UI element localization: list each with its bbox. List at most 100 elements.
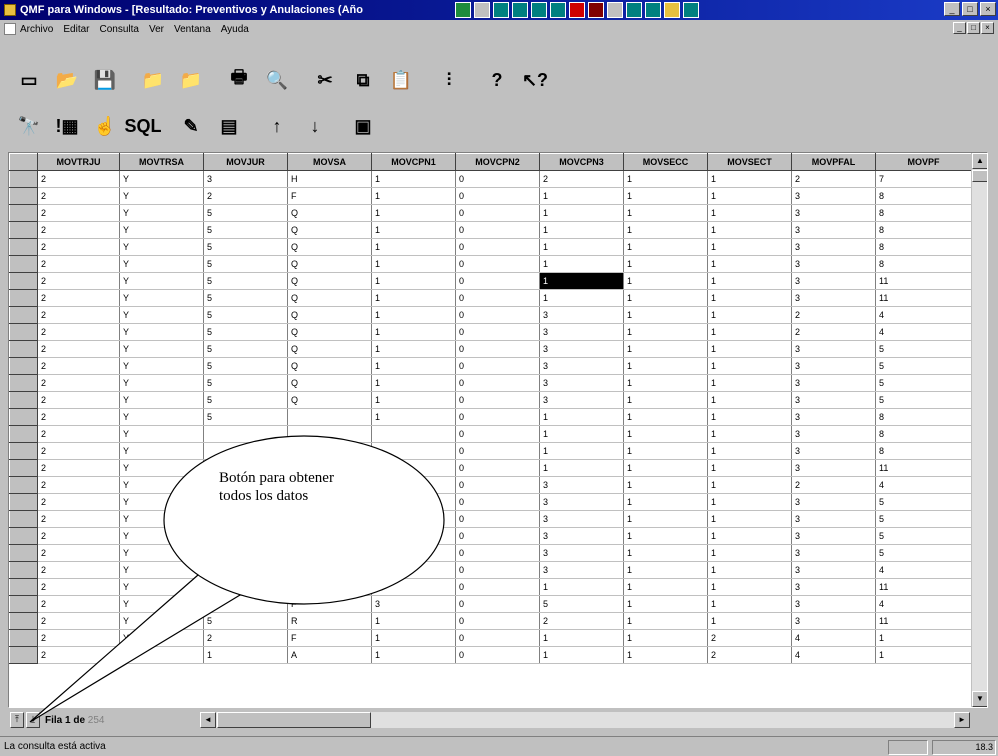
- table-row[interactable]: 2Y5Q1011138: [9, 204, 972, 222]
- table-cell[interactable]: 2: [37, 578, 120, 596]
- table-cell[interactable]: 3: [371, 595, 456, 613]
- table-cell[interactable]: 2: [37, 221, 120, 239]
- table-cell[interactable]: 2: [37, 272, 120, 290]
- table-cell[interactable]: 1: [623, 272, 708, 290]
- table-row[interactable]: 2Y5Q1031135: [9, 340, 972, 358]
- table-cell[interactable]: 3: [791, 204, 876, 222]
- table-cell[interactable]: Q: [287, 306, 372, 324]
- hand-icon[interactable]: ☝: [88, 109, 122, 143]
- table-cell[interactable]: 1: [539, 238, 624, 256]
- table-cell[interactable]: 1: [707, 187, 792, 205]
- table-cell[interactable]: 2: [37, 459, 120, 477]
- table-cell[interactable]: 2: [791, 476, 876, 494]
- table-row[interactable]: 2Y5Q1011138: [9, 221, 972, 239]
- table-cell[interactable]: Y: [119, 221, 204, 239]
- table-cell[interactable]: 2: [37, 595, 120, 613]
- table-cell[interactable]: 3: [791, 425, 876, 443]
- row-selector[interactable]: [9, 408, 38, 426]
- table-cell[interactable]: 5: [203, 255, 288, 273]
- row-selector[interactable]: [9, 306, 38, 324]
- row-selector[interactable]: [9, 204, 38, 222]
- table-cell[interactable]: 1: [707, 442, 792, 460]
- table-cell[interactable]: 3: [539, 391, 624, 409]
- table-cell[interactable]: 0: [455, 170, 540, 188]
- table-cell[interactable]: 3: [791, 544, 876, 562]
- table-cell[interactable]: 1: [623, 306, 708, 324]
- table-cell[interactable]: 5: [203, 357, 288, 375]
- table-cell[interactable]: 11: [875, 459, 972, 477]
- menu-archivo[interactable]: Archivo: [20, 24, 53, 35]
- table-cell[interactable]: 3: [791, 357, 876, 375]
- table-cell[interactable]: 1: [539, 408, 624, 426]
- table-cell[interactable]: 0: [455, 255, 540, 273]
- monitor-icon[interactable]: [683, 2, 699, 18]
- last-record-icon[interactable]: ⤓: [26, 712, 40, 728]
- table-cell[interactable]: 3: [791, 612, 876, 630]
- table-cell[interactable]: Y: [119, 255, 204, 273]
- table-cell[interactable]: Y: [119, 493, 204, 511]
- table-cell[interactable]: 1: [707, 340, 792, 358]
- table-cell[interactable]: 1: [623, 221, 708, 239]
- table-cell[interactable]: 1: [707, 595, 792, 613]
- table-cell[interactable]: 2: [37, 170, 120, 188]
- table-cell[interactable]: 2: [791, 170, 876, 188]
- table-cell[interactable]: 3: [539, 357, 624, 375]
- table-cell[interactable]: 2: [203, 187, 288, 205]
- table-cell[interactable]: 1: [539, 187, 624, 205]
- table-cell[interactable]: Y: [119, 306, 204, 324]
- table-cell[interactable]: Y: [119, 204, 204, 222]
- vertical-scroll-thumb[interactable]: [972, 170, 987, 182]
- table-cell[interactable]: 11: [875, 289, 972, 307]
- table-cell[interactable]: Y: [119, 170, 204, 188]
- table-cell[interactable]: [371, 527, 456, 545]
- table-cell[interactable]: 3: [791, 578, 876, 596]
- form-icon[interactable]: ▤: [212, 109, 246, 143]
- sql-icon[interactable]: SQL: [125, 109, 162, 143]
- table-cell[interactable]: 0: [455, 323, 540, 341]
- table-cell[interactable]: 2: [37, 561, 120, 579]
- table-cell[interactable]: 1: [623, 578, 708, 596]
- table-cell[interactable]: 8: [875, 187, 972, 205]
- table-cell[interactable]: 1: [707, 255, 792, 273]
- table-cell[interactable]: 1: [707, 391, 792, 409]
- table-cell[interactable]: 5: [203, 340, 288, 358]
- monitor-icon[interactable]: [493, 2, 509, 18]
- table-cell[interactable]: 3: [791, 442, 876, 460]
- table-cell[interactable]: 1: [371, 629, 456, 647]
- table-cell[interactable]: Q: [287, 340, 372, 358]
- folder-icon[interactable]: [664, 2, 680, 18]
- scroll-up-arrow[interactable]: ▲: [972, 153, 987, 169]
- table-cell[interactable]: 4: [875, 323, 972, 341]
- table-cell[interactable]: 2: [539, 612, 624, 630]
- row-selector[interactable]: [9, 561, 38, 579]
- table-cell[interactable]: 1: [539, 578, 624, 596]
- vertical-scrollbar[interactable]: ▲ ▼: [971, 153, 987, 707]
- table-cell[interactable]: 3: [791, 391, 876, 409]
- row-selector[interactable]: [9, 238, 38, 256]
- row-selector[interactable]: [9, 459, 38, 477]
- table-cell[interactable]: 0: [455, 272, 540, 290]
- table-cell[interactable]: 1: [371, 238, 456, 256]
- table-cell[interactable]: 0: [455, 510, 540, 528]
- row-selector[interactable]: [9, 629, 38, 647]
- table-cell[interactable]: [287, 408, 372, 426]
- table-cell[interactable]: 2: [37, 374, 120, 392]
- table-cell[interactable]: 5: [875, 544, 972, 562]
- table-cell[interactable]: 3: [539, 544, 624, 562]
- table-cell[interactable]: 1: [371, 578, 456, 596]
- table-cell[interactable]: 8: [875, 408, 972, 426]
- table-cell[interactable]: 8: [875, 442, 972, 460]
- table-cell[interactable]: [371, 425, 456, 443]
- table-cell[interactable]: 1: [539, 204, 624, 222]
- table-cell[interactable]: 3: [791, 510, 876, 528]
- table-cell[interactable]: 1: [371, 374, 456, 392]
- table-cell[interactable]: Y: [119, 578, 204, 596]
- menu-ayuda[interactable]: Ayuda: [221, 24, 249, 35]
- table-cell[interactable]: [203, 527, 288, 545]
- table-cell[interactable]: 2: [37, 323, 120, 341]
- table-cell[interactable]: 1: [623, 238, 708, 256]
- table-cell[interactable]: 2: [791, 306, 876, 324]
- table-cell[interactable]: 1: [623, 493, 708, 511]
- table-cell[interactable]: F: [287, 187, 372, 205]
- table-cell[interactable]: 5: [203, 578, 288, 596]
